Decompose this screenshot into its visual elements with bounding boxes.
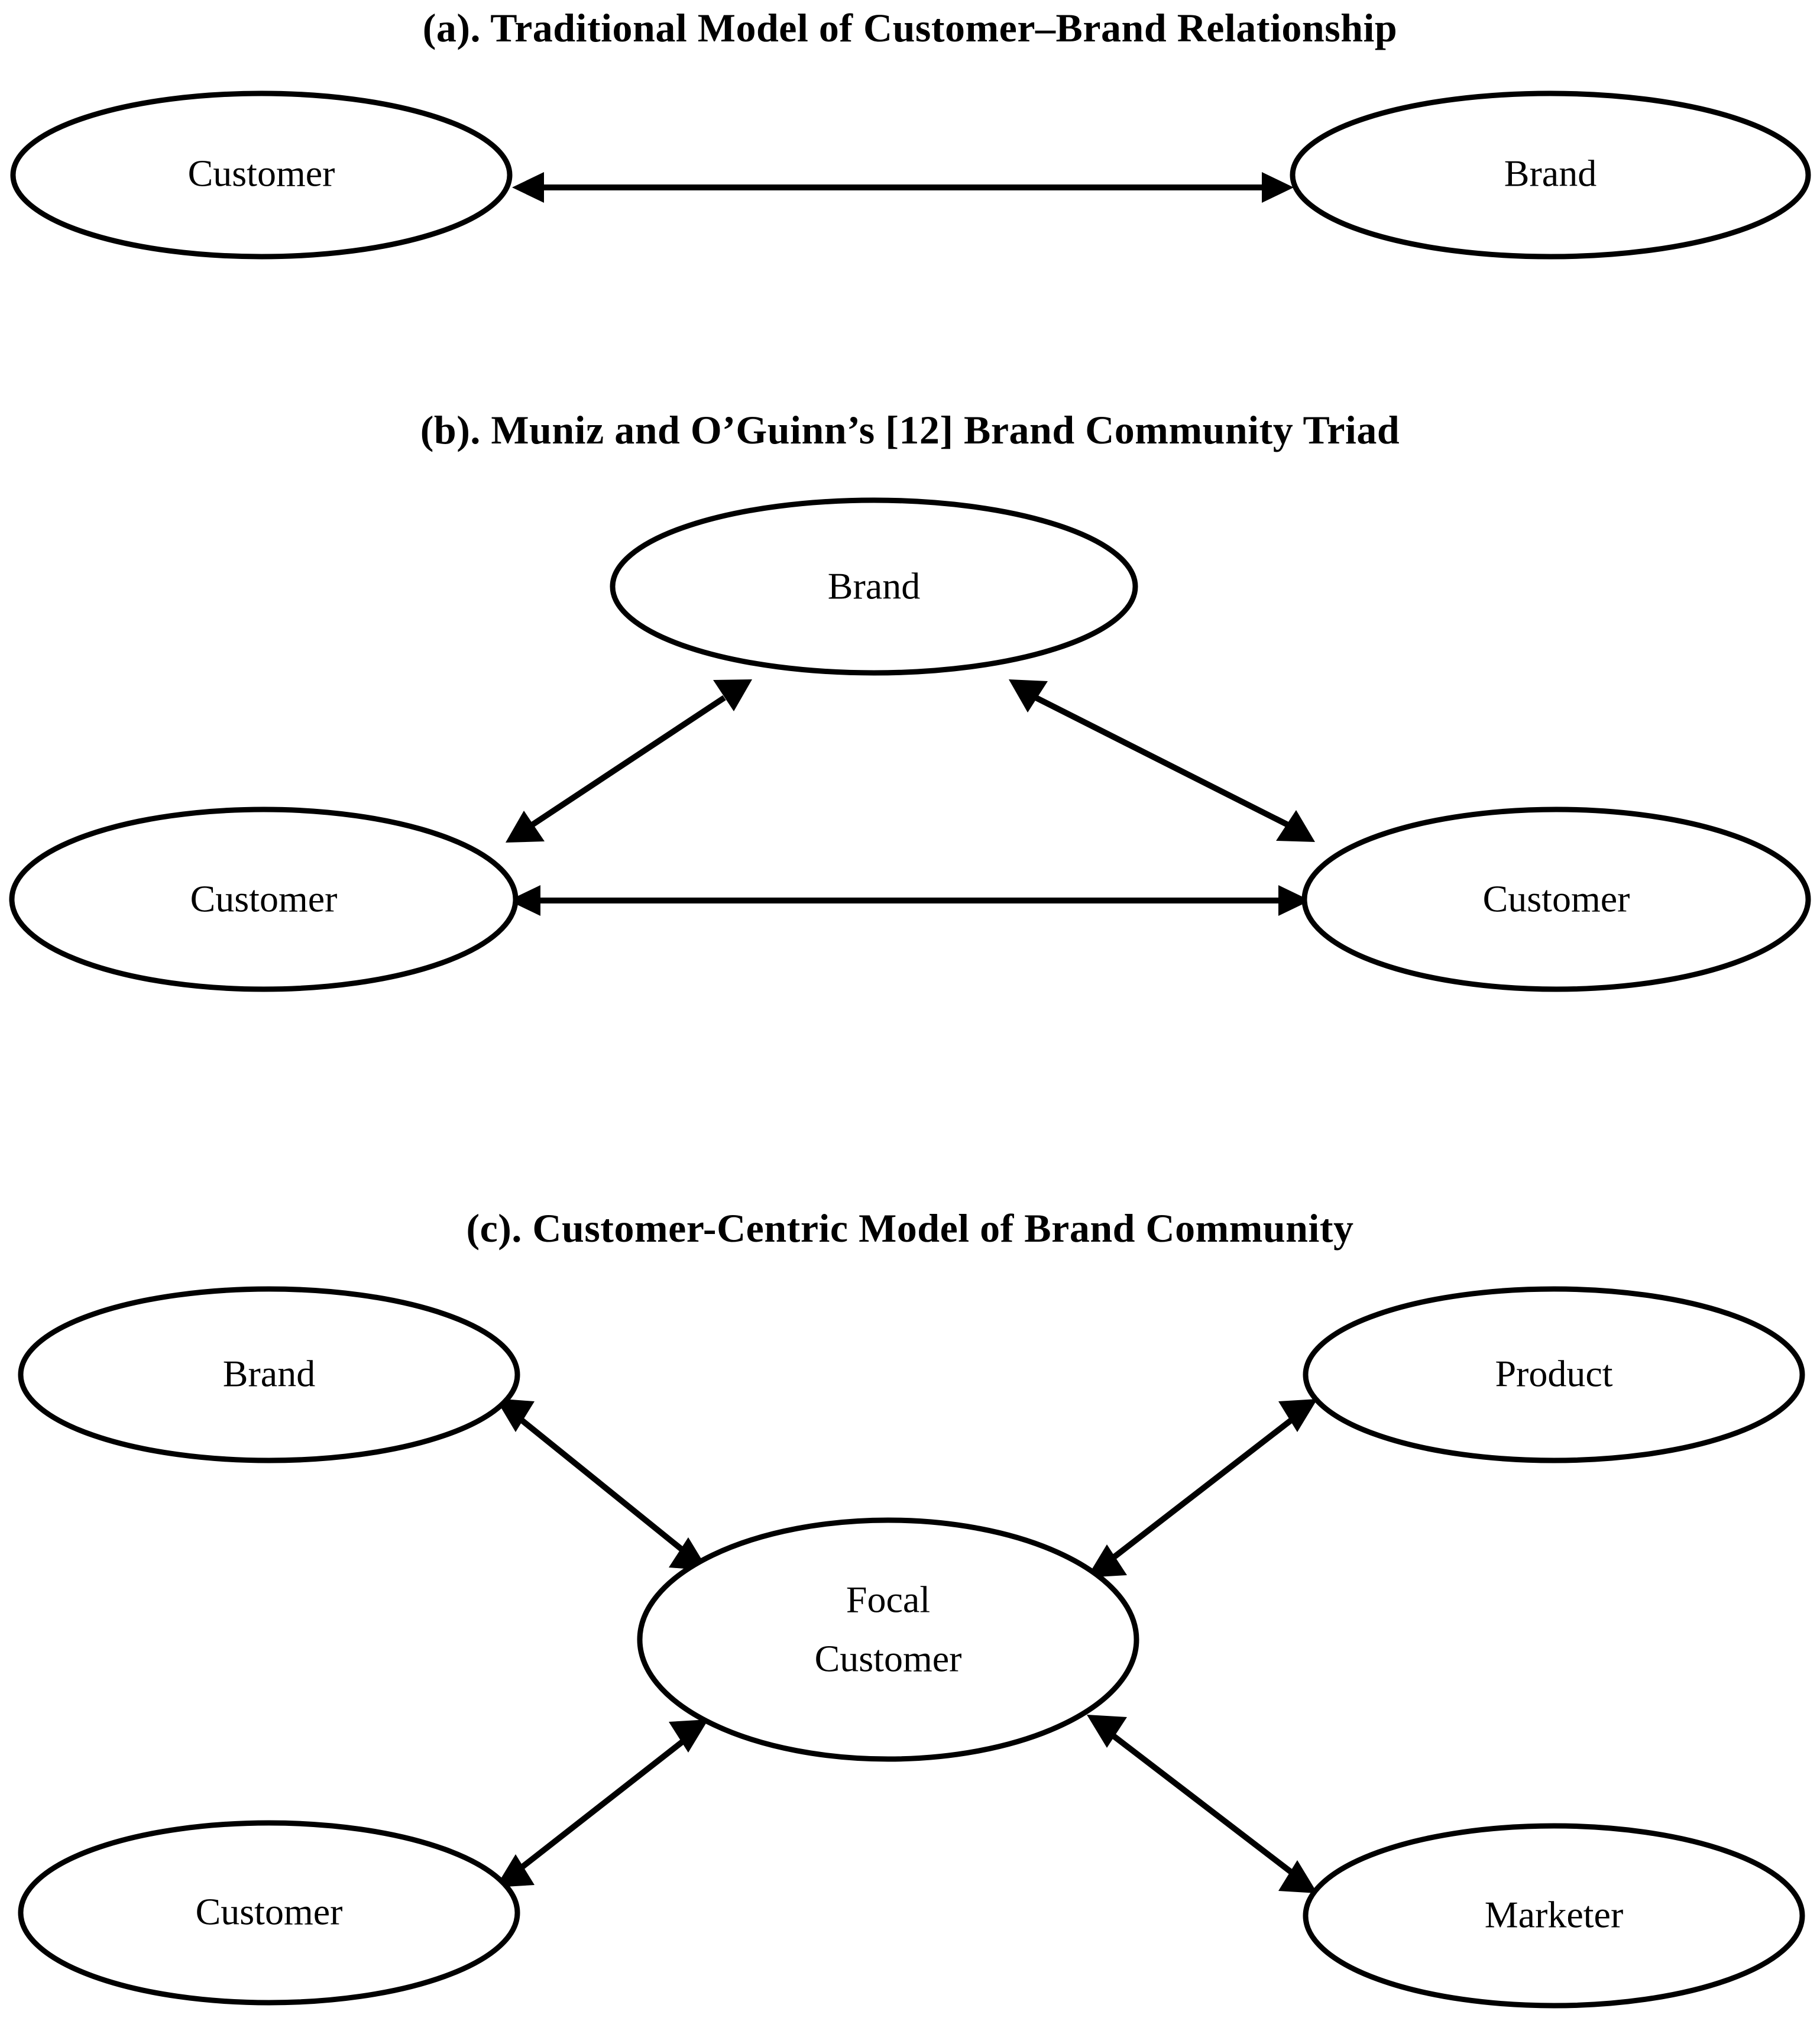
panel-a-arrowhead-left <box>512 172 544 203</box>
panel-a-arrowhead-right <box>1262 172 1294 203</box>
diagram-svg: Customer Brand Brand Customer Customer B… <box>9 90 1811 2009</box>
panel-c-connector-brand <box>518 1417 685 1553</box>
panel-c-node-product-label: Product <box>1495 1353 1612 1395</box>
panel-c-node-brand-label: Brand <box>223 1353 315 1395</box>
panel-b-node-customer-right-label: Customer <box>1483 878 1630 920</box>
panel-c-connector-marketer <box>1110 1733 1295 1876</box>
panel-b-arrowhead-customer-right-up <box>1276 810 1315 842</box>
panel-a-group: Customer Brand <box>10 90 1811 260</box>
panel-c-group: Brand Product Focal Customer Customer Ma… <box>18 1286 1805 2009</box>
panel-b-node-customer-left-label: Customer <box>190 878 338 920</box>
panel-a-node-brand-label: Brand <box>1504 153 1596 195</box>
panel-c-node-customer-label: Customer <box>196 1891 343 1933</box>
panel-b-connector-left-diagonal <box>530 695 726 828</box>
panel-b-arrowhead-brand-right <box>1009 679 1048 712</box>
panel-a-node-customer-label: Customer <box>188 153 335 195</box>
panel-b-group: Brand Customer Customer <box>9 497 1811 992</box>
panel-c-connector-customer <box>518 1739 685 1871</box>
panel-c-node-focal-customer-label-line2: Customer <box>815 1638 962 1680</box>
panel-c-node-focal-customer-label-line1: Focal <box>846 1579 930 1621</box>
panel-b-arrowhead-customer-left-up <box>506 811 545 843</box>
panel-b-node-brand-label: Brand <box>828 565 920 607</box>
figure-canvas: (a). Traditional Model of Customer–Brand… <box>0 0 1820 2034</box>
panel-c-connector-product <box>1110 1417 1295 1560</box>
panel-b-arrowhead-brand-left <box>713 679 752 711</box>
panel-b-connector-right-diagonal <box>1034 695 1290 828</box>
panel-c-node-marketer-label: Marketer <box>1485 1894 1624 1936</box>
